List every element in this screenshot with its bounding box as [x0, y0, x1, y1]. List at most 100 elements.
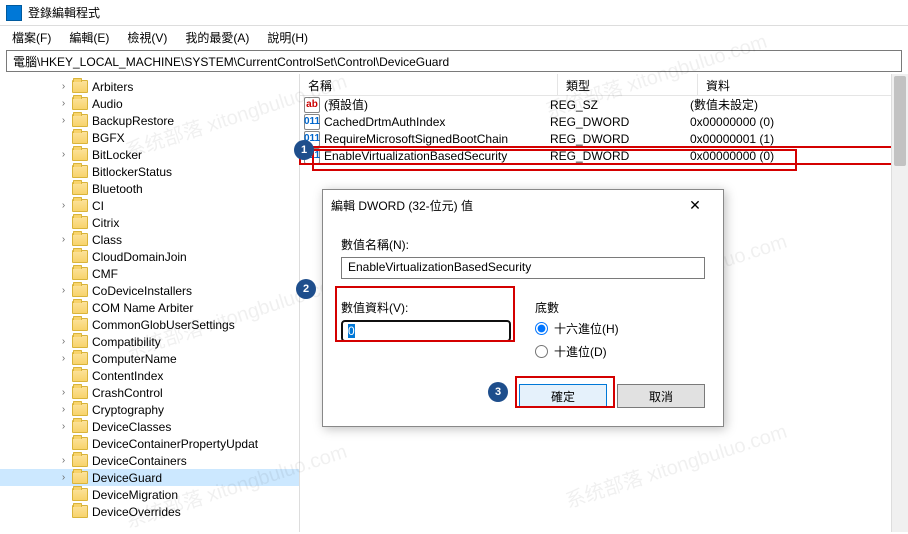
list-row[interactable]: CachedDrtmAuthIndexREG_DWORD0x00000000 (…: [300, 113, 908, 130]
expand-icon[interactable]: ›: [58, 404, 69, 415]
expand-icon[interactable]: [58, 268, 69, 279]
col-header-name[interactable]: 名稱: [300, 74, 558, 95]
tree-item[interactable]: Bluetooth: [0, 180, 299, 197]
tree-item[interactable]: › CrashControl: [0, 384, 299, 401]
expand-icon[interactable]: ›: [58, 353, 69, 364]
folder-icon: [72, 403, 88, 416]
expand-icon[interactable]: ›: [58, 149, 69, 160]
tree-item[interactable]: DeviceMigration: [0, 486, 299, 503]
expand-icon[interactable]: [58, 251, 69, 262]
value-type: REG_DWORD: [550, 132, 690, 146]
expand-icon[interactable]: ›: [58, 234, 69, 245]
tree-item-label: BackupRestore: [92, 114, 174, 128]
folder-icon: [72, 250, 88, 263]
tree-item[interactable]: ›DeviceGuard: [0, 469, 299, 486]
ok-button[interactable]: 確定: [519, 384, 607, 408]
list-body[interactable]: (預設值)REG_SZ(數值未設定)CachedDrtmAuthIndexREG…: [300, 96, 908, 164]
expand-icon[interactable]: [58, 302, 69, 313]
expand-icon[interactable]: ›: [58, 285, 69, 296]
value-name-field[interactable]: EnableVirtualizationBasedSecurity: [341, 257, 705, 279]
tree-item[interactable]: ›Arbiters: [0, 78, 299, 95]
tree-item[interactable]: › Class: [0, 231, 299, 248]
tree-item[interactable]: DeviceContainerPropertyUpdat: [0, 435, 299, 452]
list-vscrollbar[interactable]: [891, 74, 908, 532]
radio-dec[interactable]: 十進位(D): [535, 343, 619, 360]
tree-item[interactable]: CommonGlobUserSettings: [0, 316, 299, 333]
tree-item[interactable]: › CI: [0, 197, 299, 214]
tree-item[interactable]: CloudDomainJoin: [0, 248, 299, 265]
tree-item-label: CI: [92, 199, 104, 213]
tree-item[interactable]: BitlockerStatus: [0, 163, 299, 180]
menu-favorites[interactable]: 我的最愛(A): [177, 27, 257, 48]
col-header-data[interactable]: 資料: [698, 74, 908, 95]
expand-icon[interactable]: [58, 166, 69, 177]
tree-item[interactable]: Citrix: [0, 214, 299, 231]
tree-item[interactable]: ›DeviceContainers: [0, 452, 299, 469]
menu-edit[interactable]: 編輯(E): [61, 27, 117, 48]
expand-icon[interactable]: ›: [58, 387, 69, 398]
folder-icon: [72, 80, 88, 93]
dialog-titlebar[interactable]: 編輯 DWORD (32-位元) 值 ✕: [323, 190, 723, 220]
base-label: 底數: [535, 299, 619, 316]
folder-icon: [72, 233, 88, 246]
radio-hex[interactable]: 十六進位(H): [535, 320, 619, 337]
menu-view[interactable]: 檢視(V): [119, 27, 175, 48]
folder-icon: [72, 420, 88, 433]
expand-icon[interactable]: ›: [58, 336, 69, 347]
expand-icon[interactable]: [58, 506, 69, 517]
list-row[interactable]: EnableVirtualizationBasedSecurityREG_DWO…: [300, 147, 908, 164]
tree-item[interactable]: BGFX: [0, 129, 299, 146]
tree-item[interactable]: COM Name Arbiter: [0, 299, 299, 316]
value-name: RequireMicrosoftSignedBootChain: [324, 132, 508, 146]
expand-icon[interactable]: ›: [58, 200, 69, 211]
tree-item[interactable]: › ComputerName: [0, 350, 299, 367]
expand-icon[interactable]: [58, 132, 69, 143]
value-data-input[interactable]: [341, 320, 511, 342]
tree-item-label: Class: [92, 233, 122, 247]
expand-icon[interactable]: [58, 489, 69, 500]
tree-item[interactable]: ›DeviceClasses: [0, 418, 299, 435]
marker-1: 1: [294, 140, 314, 160]
cancel-button[interactable]: 取消: [617, 384, 705, 408]
address-bar[interactable]: 電腦\HKEY_LOCAL_MACHINE\SYSTEM\CurrentCont…: [6, 50, 902, 72]
tree-item[interactable]: DeviceOverrides: [0, 503, 299, 520]
tree-item-label: ComputerName: [92, 352, 177, 366]
expand-icon[interactable]: [58, 438, 69, 449]
list-row[interactable]: (預設值)REG_SZ(數值未設定): [300, 96, 908, 113]
tree-item[interactable]: CMF: [0, 265, 299, 282]
tree-item-label: CrashControl: [92, 386, 163, 400]
expand-icon[interactable]: [58, 217, 69, 228]
tree-item[interactable]: ›CoDeviceInstallers: [0, 282, 299, 299]
menu-help[interactable]: 說明(H): [259, 27, 316, 48]
dialog-title-text: 編輯 DWORD (32-位元) 值: [331, 197, 473, 214]
folder-icon: [72, 454, 88, 467]
expand-icon[interactable]: [58, 183, 69, 194]
expand-icon[interactable]: ›: [58, 421, 69, 432]
expand-icon[interactable]: ›: [58, 472, 69, 483]
value-type: REG_DWORD: [550, 115, 690, 129]
tree-item[interactable]: ›BitLocker: [0, 146, 299, 163]
menu-file[interactable]: 檔案(F): [4, 27, 59, 48]
radio-hex-input[interactable]: [535, 322, 548, 335]
tree-item[interactable]: ›Cryptography: [0, 401, 299, 418]
regedit-icon: [6, 5, 22, 21]
expand-icon[interactable]: ›: [58, 115, 69, 126]
expand-icon[interactable]: [58, 319, 69, 330]
tree-item[interactable]: ContentIndex: [0, 367, 299, 384]
tree-item[interactable]: ›Audio: [0, 95, 299, 112]
expand-icon[interactable]: ›: [58, 98, 69, 109]
tree-item[interactable]: › BackupRestore: [0, 112, 299, 129]
col-header-type[interactable]: 類型: [558, 74, 698, 95]
expand-icon[interactable]: [58, 370, 69, 381]
radio-dec-input[interactable]: [535, 345, 548, 358]
tree-panel[interactable]: ›Arbiters›Audio›BackupRestoreBGFX›BitLoc…: [0, 74, 300, 532]
folder-icon: [72, 437, 88, 450]
titlebar: 登錄編輯程式: [0, 0, 908, 26]
expand-icon[interactable]: ›: [58, 455, 69, 466]
scroll-thumb[interactable]: [894, 76, 906, 166]
folder-icon: [72, 131, 88, 144]
list-row[interactable]: RequireMicrosoftSignedBootChain REG_DWORD…: [300, 130, 908, 147]
tree-item[interactable]: ›Compatibility: [0, 333, 299, 350]
close-icon[interactable]: ✕: [675, 192, 715, 218]
expand-icon[interactable]: ›: [58, 81, 69, 92]
